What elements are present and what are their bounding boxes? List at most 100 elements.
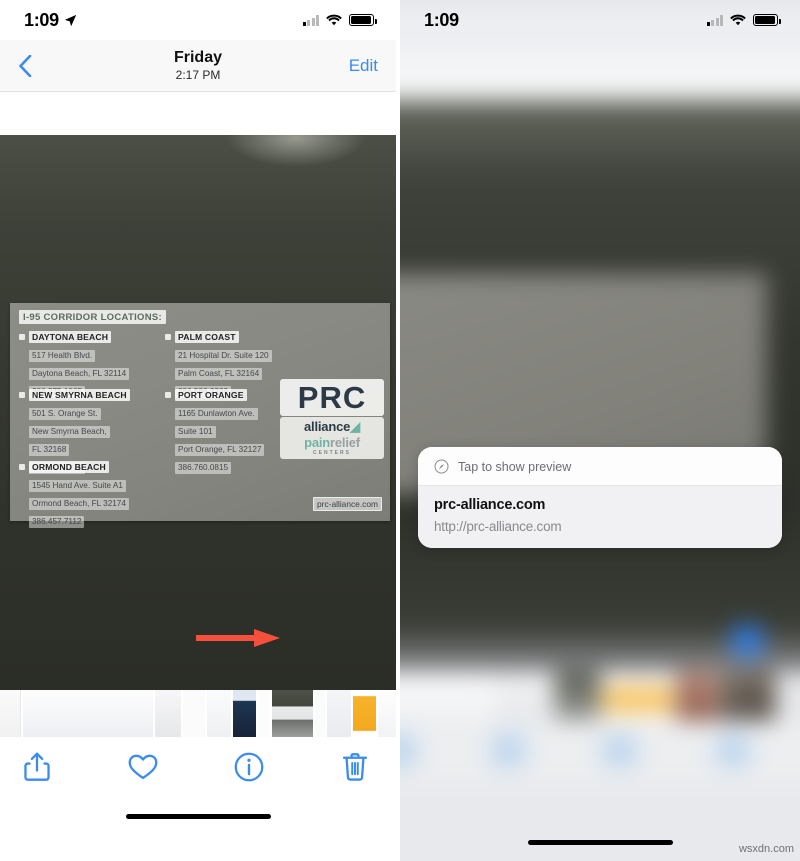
- address-line[interactable]: 1545 Hand Ave. Suite A1: [29, 479, 126, 492]
- location-lines: 1545 Hand Ave. Suite A1 Ormond Beach, FL…: [29, 475, 194, 529]
- filmstrip-thumbnail[interactable]: [378, 690, 396, 737]
- location-name-row: DAYTONA BEACH: [19, 331, 184, 343]
- home-indicator[interactable]: [527, 839, 673, 845]
- home-indicator[interactable]: [125, 813, 271, 819]
- link-preview-card[interactable]: Tap to show preview prc-alliance.com htt…: [418, 447, 782, 548]
- bg-toolbar: [400, 720, 800, 783]
- logo-mark-text: PRC: [280, 379, 384, 416]
- left-nav-bar: Friday 2:17 PM Edit: [0, 40, 396, 92]
- screenshot-root: 1:09 Friday 2:17 PM Edit I-95 CORRIDOR L…: [0, 0, 800, 861]
- status-right-group: [302, 14, 377, 26]
- home-indicator-bar[interactable]: [400, 823, 800, 861]
- bg-livetext-button: [729, 623, 765, 659]
- location-arrow-icon: [64, 14, 77, 26]
- location-name-row: ORMOND BEACH: [19, 461, 194, 473]
- preview-url: http://prc-alliance.com: [434, 519, 562, 534]
- photo-viewer[interactable]: I-95 CORRIDOR LOCATIONS: DAYTONA BEACH 5…: [0, 135, 396, 690]
- location-name-row: NEW SMYRNA BEACH: [19, 389, 169, 401]
- bullet-square-icon: [19, 334, 25, 340]
- filmstrip-thumbnail[interactable]: [233, 690, 256, 737]
- filmstrip-thumbnail[interactable]: [327, 690, 351, 737]
- edit-button[interactable]: Edit: [349, 56, 378, 76]
- filmstrip-thumbnail[interactable]: [207, 690, 231, 737]
- logo-painrelief-row: painrelief: [280, 435, 384, 450]
- photo-toolbar: [0, 737, 396, 797]
- address-line[interactable]: FL 32168: [29, 443, 70, 456]
- bg-filmstrip: [400, 672, 800, 721]
- share-icon[interactable]: [22, 752, 52, 782]
- bullet-square-icon: [19, 464, 25, 470]
- wifi-icon: [730, 14, 746, 26]
- prc-logo: PRC alliance◢ painrelief CENTERS: [280, 379, 384, 459]
- bullet-square-icon: [165, 334, 171, 340]
- address-line[interactable]: 517 Health Blvd.: [29, 349, 96, 362]
- filmstrip-thumbnail[interactable]: [0, 690, 21, 737]
- location-name: PALM COAST: [175, 331, 239, 343]
- filmstrip-thumbnail[interactable]: [155, 690, 181, 737]
- battery-icon: [349, 14, 377, 26]
- phone-line[interactable]: 386.457.7112: [29, 515, 85, 528]
- cellular-bars-icon: [706, 14, 723, 26]
- address-line[interactable]: Ormond Beach, FL 32174: [29, 497, 129, 510]
- chevron-left-icon: [19, 54, 32, 77]
- right-status-bar: 1:09: [400, 0, 800, 40]
- nav-title-block: Friday 2:17 PM: [0, 49, 396, 83]
- info-icon[interactable]: [234, 752, 264, 782]
- filmstrip-thumbnail[interactable]: [258, 690, 270, 737]
- location-name: PORT ORANGE: [175, 389, 247, 401]
- filmstrip-thumbnail[interactable]: [23, 690, 153, 737]
- photo-filmstrip[interactable]: [0, 690, 396, 737]
- right-phone-panel: 1:09 Tap to show preview prc-alliance.co…: [400, 0, 800, 861]
- battery-icon: [753, 14, 781, 26]
- logo-glyph-icon: ◢: [350, 419, 360, 434]
- red-arrow-right-annotation: [196, 629, 280, 647]
- photo-top-spacer: [0, 92, 396, 135]
- home-indicator-bar[interactable]: [0, 797, 396, 835]
- filmstrip-thumbnail[interactable]: [272, 690, 313, 737]
- preview-hint-label: Tap to show preview: [458, 459, 572, 474]
- filmstrip-thumbnail[interactable]: [353, 690, 376, 737]
- address-line[interactable]: Daytona Beach, FL 32114: [29, 367, 130, 380]
- page-subtitle: 2:17 PM: [175, 67, 221, 82]
- logo-pain-text: pain: [304, 435, 331, 450]
- location-name: ORMOND BEACH: [29, 461, 109, 473]
- compass-icon: [434, 459, 449, 474]
- address-line[interactable]: 501 S. Orange St.: [29, 407, 101, 420]
- filmstrip-thumbnail[interactable]: [183, 690, 205, 737]
- status-right-group: [706, 14, 781, 26]
- preview-hint-row[interactable]: Tap to show preview: [418, 447, 782, 486]
- filmstrip-thumbnail[interactable]: [315, 690, 325, 737]
- bullet-square-icon: [165, 392, 171, 398]
- location-name: DAYTONA BEACH: [29, 331, 112, 343]
- status-time: 1:09: [424, 9, 459, 30]
- page-title: Friday: [173, 48, 222, 66]
- card-detected-link[interactable]: prc-alliance.com: [313, 497, 382, 511]
- heart-icon[interactable]: [128, 752, 158, 782]
- cellular-bars-icon: [302, 14, 319, 26]
- left-status-bar: 1:09: [0, 0, 396, 40]
- address-line[interactable]: Suite 101: [175, 425, 216, 438]
- address-line[interactable]: 21 Hospital Dr. Suite 120: [175, 349, 272, 362]
- status-left-group: 1:09: [24, 10, 77, 31]
- left-phone-panel: 1:09 Friday 2:17 PM Edit I-95 CORRIDOR L…: [0, 0, 400, 861]
- address-line[interactable]: Palm Coast, FL 32164: [175, 367, 263, 380]
- business-card-photo: I-95 CORRIDOR LOCATIONS: DAYTONA BEACH 5…: [10, 303, 390, 528]
- preview-title: prc-alliance.com: [434, 497, 546, 513]
- location-name: NEW SMYRNA BEACH: [29, 389, 130, 401]
- card-header-text: I-95 CORRIDOR LOCATIONS:: [19, 310, 166, 324]
- logo-centers-text: CENTERS: [313, 450, 351, 456]
- trash-icon[interactable]: [340, 752, 370, 782]
- watermark: wsxdn.com: [738, 843, 794, 855]
- logo-relief-text: relief: [330, 435, 360, 450]
- logo-alliance-row: alliance◢: [280, 419, 384, 435]
- back-button[interactable]: [18, 54, 48, 77]
- logo-subtext-block: alliance◢ painrelief CENTERS: [280, 417, 384, 459]
- address-line[interactable]: 1165 Dunlawton Ave.: [175, 407, 258, 420]
- location-name-row: PALM COAST: [165, 331, 325, 343]
- location-ormond-beach: ORMOND BEACH 1545 Hand Ave. Suite A1 Orm…: [19, 461, 194, 529]
- address-line[interactable]: New Smyrna Beach,: [29, 425, 110, 438]
- status-left-group: 1:09: [424, 10, 459, 31]
- preview-body: prc-alliance.com http://prc-alliance.com: [418, 486, 782, 548]
- status-time: 1:09: [24, 9, 59, 30]
- address-line[interactable]: Port Orange, FL 32127: [175, 443, 265, 456]
